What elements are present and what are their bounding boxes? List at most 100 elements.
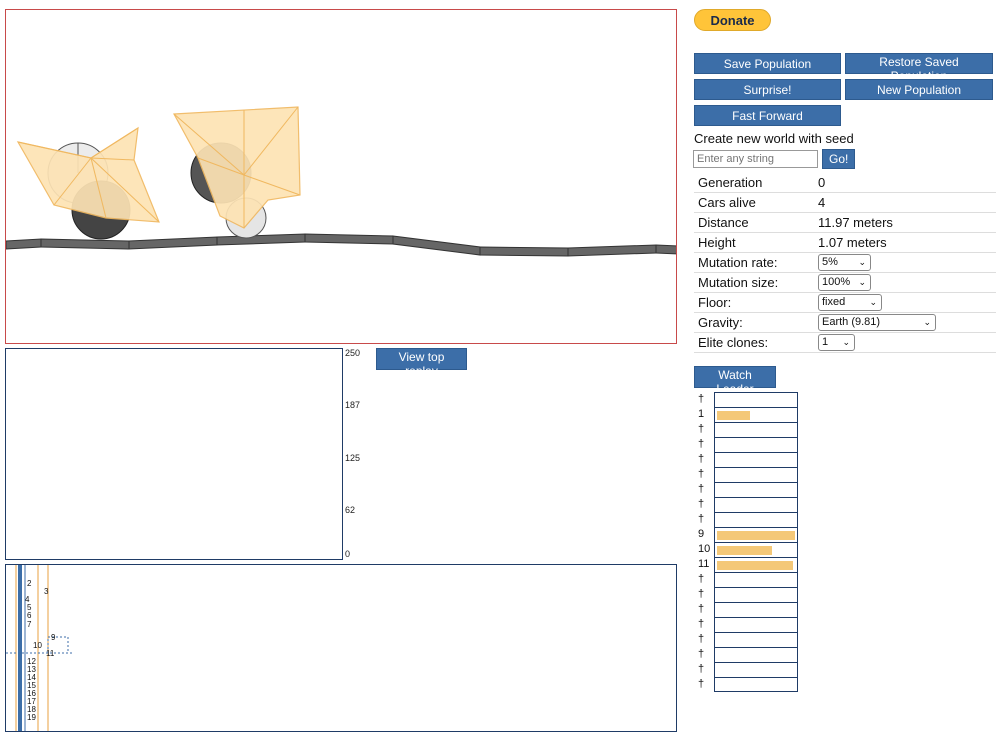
car-tag: 9 bbox=[698, 528, 705, 540]
car-tag: † bbox=[698, 648, 705, 660]
car-health-row: 10 bbox=[698, 542, 798, 557]
car-health-row: † bbox=[698, 632, 798, 647]
car-health-row: † bbox=[698, 452, 798, 467]
minimap: 2 3 4 5 6 7 9 10 11 12 13 14 15 16 17 18 19 bbox=[5, 564, 677, 732]
car-health-row: † bbox=[698, 647, 798, 662]
simulation-scene bbox=[6, 106, 676, 257]
graph-y-tick: 125 bbox=[345, 453, 361, 463]
surprise-button[interactable]: Surprise! bbox=[694, 79, 841, 100]
car-tag: 11 bbox=[698, 558, 710, 570]
stat-floor: Floor: fixed ⌄ bbox=[694, 293, 996, 313]
stat-label: Gravity: bbox=[698, 315, 743, 330]
seed-label: Create new world with seed bbox=[694, 131, 854, 146]
car-tag: † bbox=[698, 603, 705, 615]
select-value: Earth (9.81) bbox=[822, 316, 881, 328]
car-health-bar bbox=[714, 662, 798, 677]
car-tag: † bbox=[698, 453, 705, 465]
select-value: 100% bbox=[822, 276, 851, 288]
minimap-car-label: 10 bbox=[33, 641, 42, 650]
car-health-bar bbox=[714, 602, 798, 617]
minimap-canvas bbox=[6, 565, 72, 731]
stats-table: Generation 0 Cars alive 4 Distance 11.97… bbox=[694, 173, 996, 353]
restore-saved-population-button[interactable]: Restore Saved Population bbox=[845, 53, 993, 83]
stat-value: 1.07 meters bbox=[818, 235, 887, 250]
car-health-row: 11 bbox=[698, 557, 798, 572]
stat-label: Height bbox=[698, 235, 736, 250]
car-tag: † bbox=[698, 588, 705, 600]
fast-forward-button[interactable]: Fast Forward bbox=[694, 105, 841, 126]
car-health-bar bbox=[714, 677, 798, 692]
car-health-bar bbox=[714, 437, 798, 452]
graph-y-tick: 0 bbox=[345, 549, 351, 559]
car-health-bar bbox=[714, 512, 798, 527]
stat-value: 4 bbox=[818, 195, 826, 210]
stat-label: Mutation rate: bbox=[698, 255, 778, 270]
car-health-row: † bbox=[698, 677, 798, 692]
car-health-row: † bbox=[698, 602, 798, 617]
elite-clones-select[interactable]: 1 ⌄ bbox=[818, 334, 855, 351]
donate-button[interactable]: Donate bbox=[694, 9, 771, 31]
stat-elite-clones: Elite clones: 1 ⌄ bbox=[694, 333, 996, 353]
minimap-car-label: 6 bbox=[27, 611, 32, 620]
mutation-size-select[interactable]: 100% ⌄ bbox=[818, 274, 871, 291]
stat-label: Cars alive bbox=[698, 195, 756, 210]
view-top-replay-button[interactable]: View top replay bbox=[376, 348, 467, 378]
car-health-bar bbox=[714, 467, 798, 482]
graph-y-tick: 62 bbox=[345, 505, 356, 515]
car-tag: † bbox=[698, 513, 705, 525]
car-health-row: † bbox=[698, 482, 798, 497]
car-tag: 1 bbox=[698, 408, 705, 420]
car-health-bar bbox=[714, 422, 798, 437]
stat-gravity: Gravity: Earth (9.81) ⌄ bbox=[694, 313, 996, 333]
minimap-car-label: 19 bbox=[27, 713, 36, 722]
car-health-fill bbox=[717, 561, 793, 570]
chevron-down-icon: ⌄ bbox=[842, 337, 850, 347]
fitness-graph bbox=[5, 348, 343, 560]
car-tag: † bbox=[698, 618, 705, 630]
car-right bbox=[173, 106, 301, 239]
car-health-bar bbox=[714, 407, 798, 422]
chevron-down-icon: ⌄ bbox=[923, 317, 931, 327]
car-health-bar bbox=[714, 482, 798, 497]
floor-select[interactable]: fixed ⌄ bbox=[818, 294, 882, 311]
go-button[interactable]: Go! bbox=[822, 149, 855, 169]
minimap-car-label: 2 bbox=[27, 579, 32, 588]
stat-mutation-rate: Mutation rate: 5% ⌄ bbox=[694, 253, 996, 273]
car-tag: † bbox=[698, 498, 705, 510]
car-tag: † bbox=[698, 663, 705, 675]
stat-height: Height 1.07 meters bbox=[694, 233, 996, 253]
minimap-car-label: 3 bbox=[44, 587, 49, 596]
graph-y-tick: 187 bbox=[345, 400, 361, 410]
car-health-bar bbox=[714, 632, 798, 647]
car-health-bar bbox=[714, 647, 798, 662]
save-population-button[interactable]: Save Population bbox=[694, 53, 841, 74]
car-health-row: 1 bbox=[698, 407, 798, 422]
select-value: 1 bbox=[822, 336, 829, 348]
stat-label: Elite clones: bbox=[698, 335, 769, 350]
car-health-row: † bbox=[698, 512, 798, 527]
gravity-select[interactable]: Earth (9.81) ⌄ bbox=[818, 314, 936, 331]
car-health-bar bbox=[714, 527, 798, 542]
mutation-rate-select[interactable]: 5% ⌄ bbox=[818, 254, 871, 271]
car-tag: † bbox=[698, 573, 705, 585]
car-health-row: † bbox=[698, 467, 798, 482]
car-health-bar bbox=[714, 542, 798, 557]
car-health-fill bbox=[717, 411, 750, 420]
minimap-car-label: 7 bbox=[27, 620, 32, 629]
car-health-bar bbox=[714, 557, 798, 572]
car-health-row: † bbox=[698, 572, 798, 587]
car-health-bar bbox=[714, 497, 798, 512]
car-tag: 10 bbox=[698, 543, 711, 555]
car-health-fill bbox=[717, 531, 795, 540]
seed-input[interactable] bbox=[693, 150, 818, 168]
chevron-down-icon: ⌄ bbox=[858, 277, 866, 287]
car-health-list: † 1 † † † † † † † 9 10 11 † † † † † † † † bbox=[698, 392, 798, 692]
car-health-row: † bbox=[698, 587, 798, 602]
car-health-bar bbox=[714, 587, 798, 602]
new-population-button[interactable]: New Population bbox=[845, 79, 993, 100]
car-health-row: † bbox=[698, 617, 798, 632]
watch-leader-button[interactable]: Watch Leader bbox=[694, 366, 776, 396]
stat-generation: Generation 0 bbox=[694, 173, 996, 193]
stat-cars-alive: Cars alive 4 bbox=[694, 193, 996, 213]
car-health-bar bbox=[714, 452, 798, 467]
